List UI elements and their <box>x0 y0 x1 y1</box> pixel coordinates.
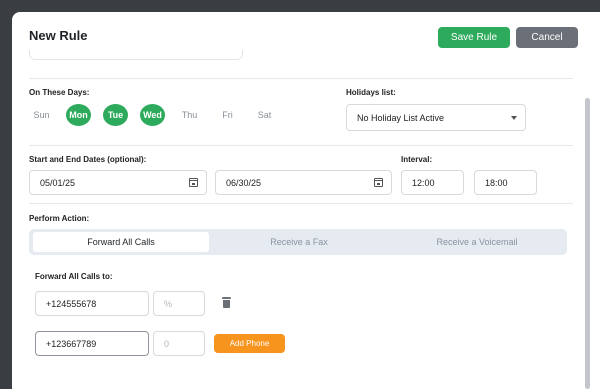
rule-name-field[interactable] <box>29 50 243 60</box>
divider <box>29 203 573 204</box>
interval-label: Interval: <box>401 155 433 164</box>
days-label: On These Days: <box>29 88 90 97</box>
day-thu[interactable]: Thu <box>177 104 202 126</box>
action-label: Perform Action: <box>29 214 90 223</box>
trash-icon[interactable] <box>222 297 231 308</box>
dates-label: Start and End Dates (optional): <box>29 155 147 164</box>
end-date-value: 06/30/25 <box>226 177 262 188</box>
cancel-button[interactable]: Cancel <box>516 27 578 48</box>
day-wed[interactable]: Wed <box>140 104 165 126</box>
action-tabs: Forward All Calls Receive a Fax Receive … <box>29 229 567 255</box>
forward-percent-input[interactable]: % <box>153 291 205 316</box>
scrollbar-thumb[interactable] <box>585 98 590 389</box>
holidays-label: Holidays list: <box>346 88 396 97</box>
forward-phone-input[interactable]: +124555678 <box>35 291 149 316</box>
chevron-down-icon <box>511 116 517 120</box>
new-rule-modal: New Rule Save Rule Cancel On These Days:… <box>12 12 600 389</box>
tab-forward-all-calls[interactable]: Forward All Calls <box>33 232 209 252</box>
end-date-input[interactable]: 06/30/25 <box>215 170 392 195</box>
day-sun[interactable]: Sun <box>29 104 54 126</box>
holidays-select[interactable]: No Holiday List Active <box>346 104 526 131</box>
day-fri[interactable]: Fri <box>215 104 240 126</box>
save-rule-button[interactable]: Save Rule <box>438 27 510 48</box>
tab-receive-voicemail[interactable]: Receive a Voicemail <box>389 232 565 252</box>
day-tue[interactable]: Tue <box>103 104 128 126</box>
forward-phone-input-new[interactable]: +123667789 <box>35 331 149 356</box>
divider <box>29 78 573 79</box>
trash-lid <box>222 297 231 299</box>
modal-title: New Rule <box>29 28 88 43</box>
interval-end-input[interactable]: 18:00 <box>474 170 537 195</box>
calendar-icon[interactable] <box>189 178 198 187</box>
trash-bin <box>223 300 230 308</box>
start-date-value: 05/01/25 <box>40 177 76 188</box>
add-phone-button[interactable]: Add Phone <box>214 334 285 353</box>
day-sat[interactable]: Sat <box>252 104 277 126</box>
forward-label: Forward All Calls to: <box>35 272 113 281</box>
start-date-input[interactable]: 05/01/25 <box>29 170 207 195</box>
day-mon[interactable]: Mon <box>66 104 91 126</box>
calendar-icon[interactable] <box>374 178 383 187</box>
holidays-select-value: No Holiday List Active <box>357 112 445 123</box>
divider <box>29 145 573 146</box>
tab-receive-fax[interactable]: Receive a Fax <box>211 232 387 252</box>
interval-start-input[interactable]: 12:00 <box>401 170 464 195</box>
forward-percent-input-new[interactable]: 0 <box>153 331 205 356</box>
